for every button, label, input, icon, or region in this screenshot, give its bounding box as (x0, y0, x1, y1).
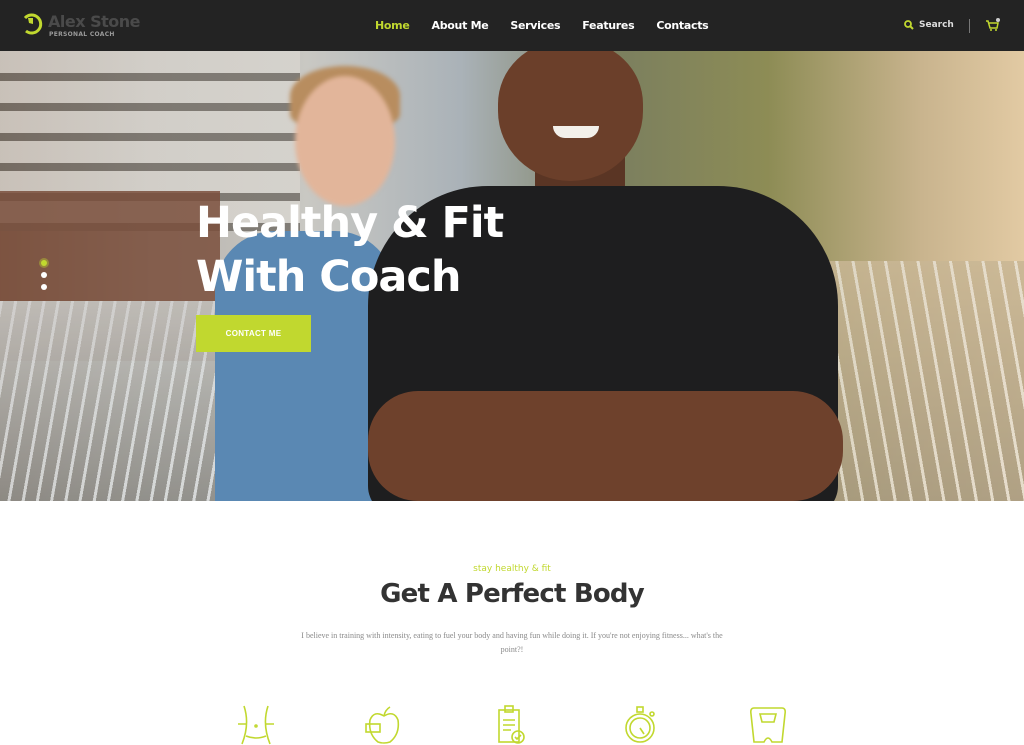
contact-me-button[interactable]: CONTACT ME (196, 315, 311, 352)
search-icon (904, 20, 914, 30)
hero-banner: Healthy & Fit With Coach CONTACT ME (0, 51, 1024, 501)
cart-icon[interactable] (985, 18, 1001, 32)
woman-figure (295, 76, 395, 206)
stopwatch-icon[interactable] (622, 704, 658, 745)
clipboard-check-icon[interactable] (496, 704, 528, 745)
features-row (0, 704, 1024, 745)
hero-title: Healthy & Fit With Coach (196, 196, 504, 304)
man-smile (553, 126, 599, 138)
brand-tagline: PERSONAL COACH (49, 31, 115, 38)
nav-contacts[interactable]: Contacts (656, 19, 708, 32)
nav-home[interactable]: Home (375, 19, 410, 32)
hero-title-line: With Coach (196, 252, 462, 302)
hero-title-line: Healthy & Fit (196, 198, 504, 248)
apple-measure-icon[interactable] (364, 704, 404, 745)
logo-icon[interactable] (20, 12, 44, 36)
waist-icon[interactable] (236, 704, 276, 745)
nav-features[interactable]: Features (582, 19, 634, 32)
search-button[interactable]: Search (904, 20, 954, 30)
slide-dot-1[interactable] (41, 260, 47, 266)
brand-name[interactable]: Alex Stone (48, 12, 141, 31)
nav-services[interactable]: Services (510, 19, 560, 32)
scale-icon[interactable] (748, 704, 788, 745)
section-tagline: stay healthy & fit (473, 564, 551, 574)
header: Alex Stone PERSONAL COACH Home About Me … (0, 0, 1024, 51)
slide-dot-2[interactable] (41, 272, 47, 278)
nav-about-me[interactable]: About Me (432, 19, 489, 32)
search-label: Search (919, 20, 954, 30)
slide-dot-3[interactable] (41, 284, 47, 290)
main-nav: Home About Me Services Features Contacts (375, 19, 709, 32)
divider (969, 19, 970, 33)
slider-pagination (40, 260, 47, 296)
section-description: I believe in training with intensity, ea… (301, 631, 723, 654)
man-figure (368, 391, 843, 501)
section-title: Get A Perfect Body (380, 579, 645, 609)
